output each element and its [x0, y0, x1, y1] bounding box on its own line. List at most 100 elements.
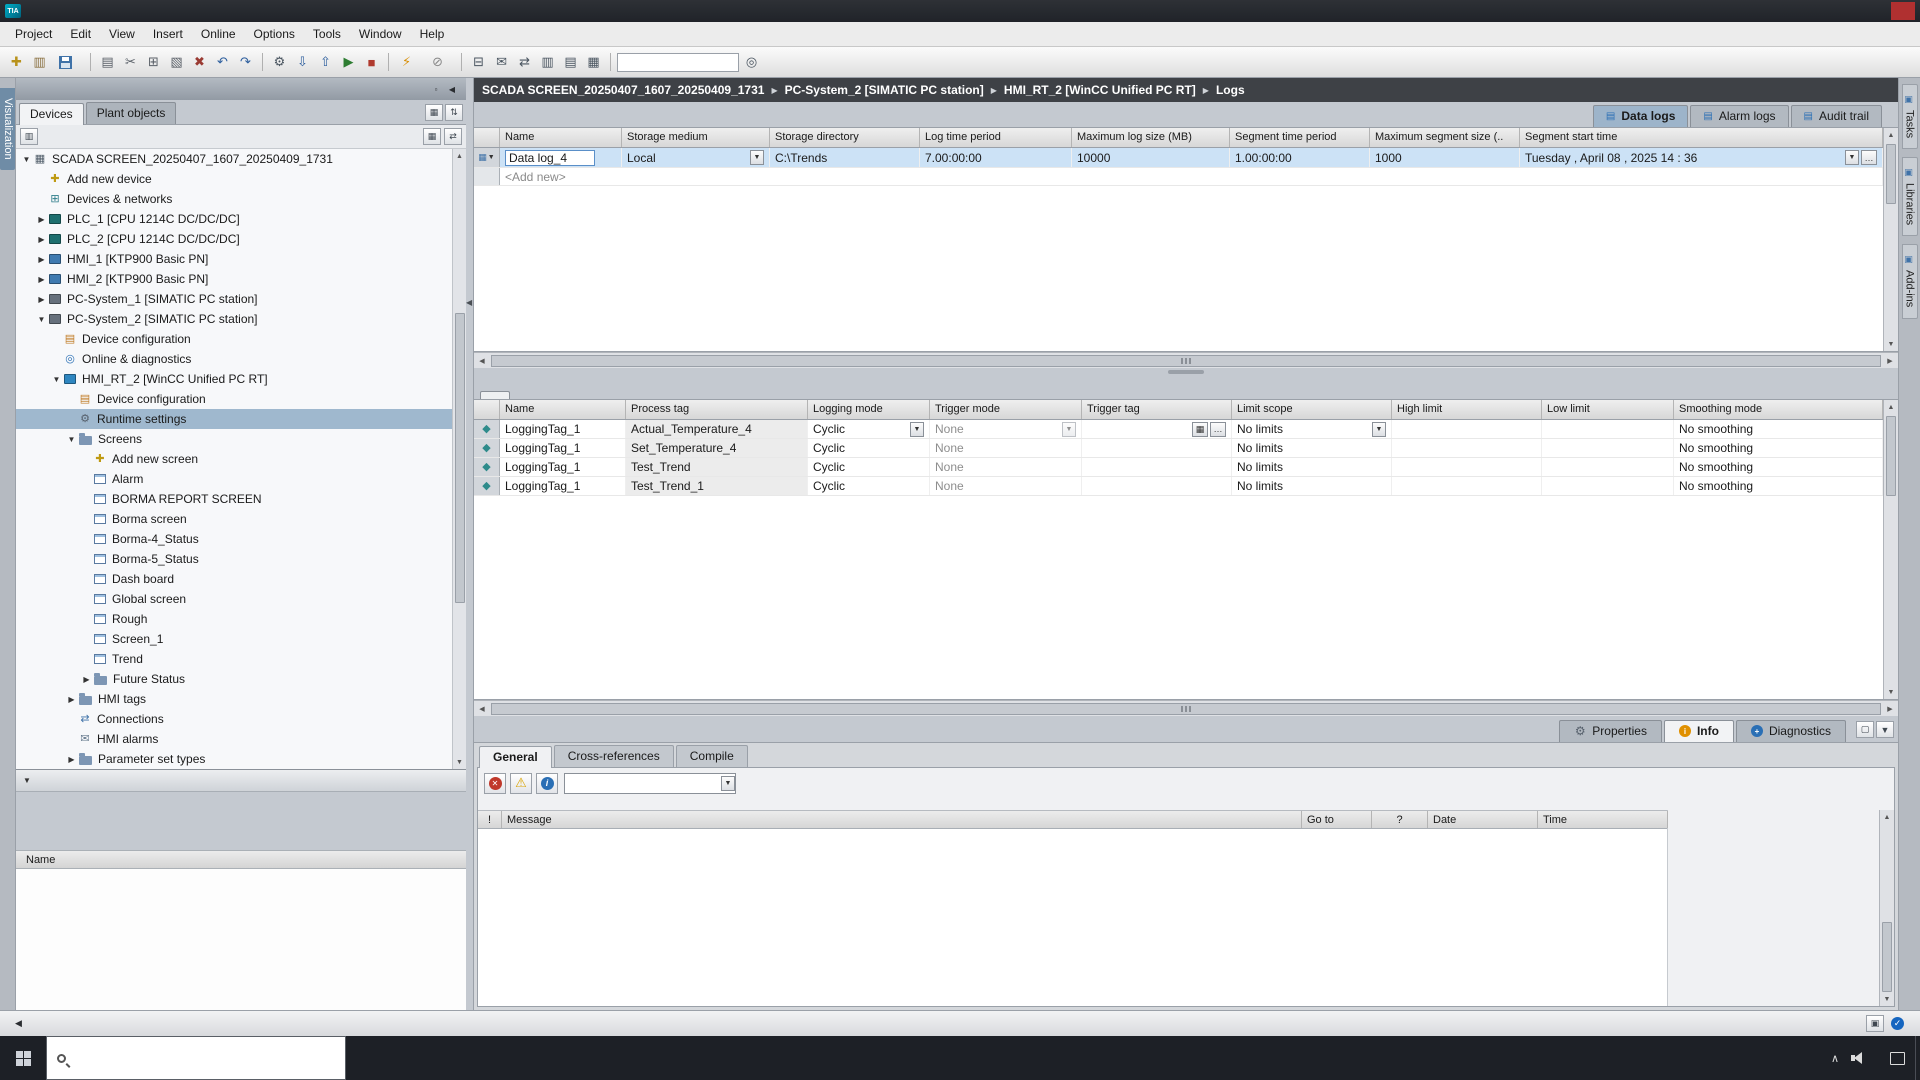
logging-tag-cell[interactable]: None▼	[930, 420, 1082, 438]
tree-item[interactable]: ▼PC-System_2 [SIMATIC PC station]	[16, 309, 452, 329]
volume-icon[interactable]	[1851, 1052, 1866, 1064]
logging-tag-cell[interactable]	[1082, 458, 1232, 476]
breadcrumb-segment[interactable]: SCADA SCREEN_20250407_1607_20250409_1731	[482, 83, 764, 97]
tab-properties[interactable]: ⚙Properties	[1559, 720, 1662, 742]
tree-item[interactable]: Borma-5_Status	[16, 549, 452, 569]
scroll-up-icon[interactable]: ▲	[1884, 400, 1898, 414]
tree-item[interactable]: Rough	[16, 609, 452, 629]
side-tab-add-ins[interactable]: ▣Add-ins	[1902, 244, 1918, 318]
message-filter-select[interactable]: ▼	[564, 773, 736, 794]
compile-button[interactable]: ⚙	[269, 52, 290, 73]
logging-tags-tab[interactable]	[480, 391, 510, 399]
start-button[interactable]	[0, 1036, 46, 1080]
dropdown-button[interactable]: ▼	[721, 776, 735, 791]
data-log-cell[interactable]: Local▼	[622, 148, 770, 167]
menu-options[interactable]: Options	[245, 23, 304, 45]
split-editor-vertical-button[interactable]: ▤	[560, 52, 581, 73]
add-new-row[interactable]: <Add new>	[474, 168, 1883, 186]
show-desktop-button[interactable]	[1915, 1036, 1920, 1080]
dropdown-button[interactable]: ▼	[910, 422, 924, 437]
expander-icon[interactable]: ▼	[50, 375, 63, 384]
action-center-icon[interactable]	[1890, 1052, 1905, 1065]
menu-insert[interactable]: Insert	[144, 23, 192, 45]
visualization-side-tab[interactable]: Visualization	[0, 88, 15, 170]
tree-view-options-icon[interactable]: ▦	[423, 128, 441, 145]
tree-item[interactable]: ▶Parameter set types	[16, 749, 452, 769]
tree-item[interactable]: ▤Device configuration	[16, 329, 452, 349]
details-view-header[interactable]: ▼	[16, 770, 466, 792]
tree-item[interactable]: ▤Device configuration	[16, 389, 452, 409]
logging-tag-cell[interactable]	[1542, 477, 1674, 495]
logging-tag-cell[interactable]: No limits	[1232, 458, 1392, 476]
expander-icon[interactable]: ▶	[35, 235, 48, 244]
logging-tag-cell[interactable]: Cyclic	[808, 439, 930, 457]
breadcrumb-segment[interactable]: PC-System_2 [SIMATIC PC station]	[785, 83, 984, 97]
scroll-down-icon[interactable]: ▼	[1884, 337, 1898, 351]
logging-tag-cell[interactable]	[1392, 477, 1542, 495]
logging-tag-cell[interactable]: Cyclic	[808, 458, 930, 476]
data-logs-hscrollbar[interactable]: ◀ ▶	[474, 352, 1898, 368]
logging-tag-cell[interactable]: Cyclic▼	[808, 420, 930, 438]
menu-tools[interactable]: Tools	[304, 23, 350, 45]
scroll-up-icon[interactable]: ▲	[1884, 128, 1898, 142]
expander-icon[interactable]: ▶	[35, 275, 48, 284]
tree-item[interactable]: ⇄Connections	[16, 709, 452, 729]
scroll-down-icon[interactable]: ▼	[1880, 992, 1894, 1006]
menu-project[interactable]: Project	[6, 23, 61, 45]
tree-item[interactable]: Dash board	[16, 569, 452, 589]
tree-item[interactable]: ◎Online & diagnostics	[16, 349, 452, 369]
tree-item[interactable]: ▶HMI_2 [KTP900 Basic PN]	[16, 269, 452, 289]
editor-float-button[interactable]	[1848, 82, 1868, 98]
accessible-devices-button[interactable]: ⊟	[468, 52, 489, 73]
tree-link-icon[interactable]: ⇄	[444, 128, 462, 145]
logging-tag-cell[interactable]: LoggingTag_1	[500, 420, 626, 438]
portal-view-button[interactable]: ◀	[5, 1015, 38, 1032]
dropdown-button[interactable]: ▼	[750, 150, 764, 165]
upload-from-device-button[interactable]: ⇧	[315, 52, 336, 73]
scroll-down-icon[interactable]: ▼	[1884, 685, 1898, 699]
scroll-up-icon[interactable]: ▲	[1880, 810, 1894, 824]
scrollbar-thumb[interactable]	[1886, 144, 1896, 204]
tree-item[interactable]: ⚙Runtime settings	[16, 409, 452, 429]
tree-item[interactable]: ▶PC-System_1 [SIMATIC PC station]	[16, 289, 452, 309]
logging-tag-cell[interactable]	[1392, 420, 1542, 438]
tree-item[interactable]: ▶Future Status	[16, 669, 452, 689]
receive-alarms-button[interactable]: ✉	[491, 52, 512, 73]
subtab-general[interactable]: General	[479, 746, 552, 768]
tree-item[interactable]: BORMA REPORT SCREEN	[16, 489, 452, 509]
tab-devices[interactable]: Devices	[19, 103, 84, 125]
pin-panel-icon[interactable]: ▫	[428, 82, 444, 96]
section-splitter[interactable]	[474, 368, 1898, 376]
tree-sort-icon[interactable]: ▥	[20, 128, 38, 145]
logging-tag-cell[interactable]	[1542, 458, 1674, 476]
menu-help[interactable]: Help	[411, 23, 454, 45]
show-all-windows-button[interactable]: ▦	[583, 52, 604, 73]
logging-tag-cell[interactable]: No smoothing	[1674, 477, 1883, 495]
data-log-cell[interactable]: 1000	[1370, 148, 1520, 167]
tab-audit-trail[interactable]: ▤Audit trail	[1791, 105, 1882, 127]
scroll-down-icon[interactable]: ▼	[453, 755, 466, 769]
filter-info-button[interactable]: i	[536, 773, 558, 794]
tree-item[interactable]: Screen_1	[16, 629, 452, 649]
logging-tag-cell[interactable]	[1542, 439, 1674, 457]
breadcrumb-segment[interactable]: HMI_RT_2 [WinCC Unified PC RT]	[1004, 83, 1196, 97]
splitter-grip[interactable]	[1168, 370, 1204, 374]
delete-button[interactable]: ✖	[189, 52, 210, 73]
row-selector[interactable]: ◆	[474, 439, 500, 457]
filter-warnings-button[interactable]: ⚠	[510, 773, 532, 794]
expander-icon[interactable]: ▶	[35, 255, 48, 264]
cut-button[interactable]: ✂	[120, 52, 141, 73]
breadcrumb-segment[interactable]: Logs	[1216, 83, 1245, 97]
editor-minimize-button[interactable]	[1826, 82, 1846, 98]
tree-item[interactable]: Trend	[16, 649, 452, 669]
tree-item[interactable]: Alarm	[16, 469, 452, 489]
logging-tag-cell[interactable]: No smoothing	[1674, 439, 1883, 457]
go-online-button[interactable]	[395, 52, 423, 72]
tree-item[interactable]: ✚Add new device	[16, 169, 452, 189]
logging-tag-cell[interactable]: None	[930, 477, 1082, 495]
row-selector[interactable]: ◆	[474, 458, 500, 476]
data-log-cell[interactable]: C:\Trends	[770, 148, 920, 167]
data-log-row[interactable]: ▦▼Data log_4Local▼C:\Trends7.00:00:00100…	[474, 148, 1883, 168]
logging-tag-row[interactable]: ◆LoggingTag_1Set_Temperature_4CyclicNone…	[474, 439, 1883, 458]
scroll-left-icon[interactable]: ◀	[474, 357, 490, 365]
